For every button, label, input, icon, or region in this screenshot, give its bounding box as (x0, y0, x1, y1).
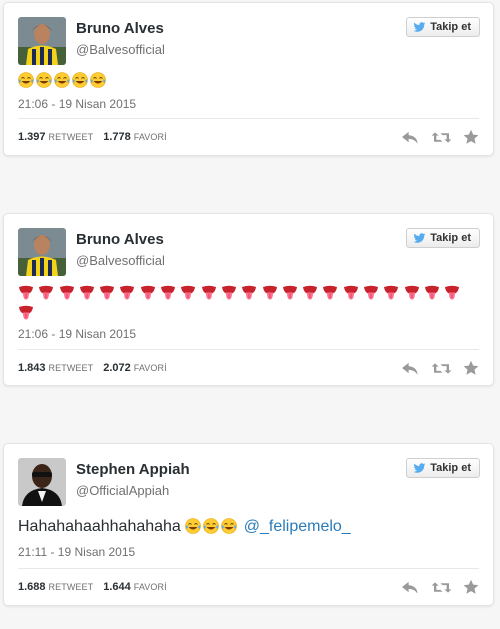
author-name[interactable]: Bruno Alves (76, 20, 164, 37)
tongue-emoji (444, 284, 460, 300)
tweet-text (18, 283, 479, 323)
tongue-emoji (404, 284, 420, 300)
reply-icon[interactable] (401, 580, 420, 595)
joy-emoji (18, 72, 34, 88)
joy-emoji (221, 518, 237, 534)
twitter-bird-icon (413, 463, 426, 474)
tongue-emoji (160, 284, 176, 300)
tweet-text: Hahahahaahhahahaha @_felipemelo_ (18, 516, 479, 537)
tweet-card: Stephen Appiah @OfficialAppiah Takip et … (3, 443, 494, 606)
author-handle[interactable]: @OfficialAppiah (76, 483, 169, 498)
tongue-emoji (59, 284, 75, 300)
retweet-count[interactable]: 1.688 (18, 581, 46, 593)
avatar[interactable] (18, 228, 66, 276)
tweet-timestamp[interactable]: 21:06 - 19 Nisan 2015 (18, 97, 136, 111)
follow-button[interactable]: Takip et (406, 17, 480, 37)
twitter-bird-icon (413, 233, 426, 244)
joy-emoji (185, 518, 201, 534)
tweet-stats: 1.397 RETWEET 1.778 FAVORİ (18, 118, 479, 155)
author-name[interactable]: Stephen Appiah (76, 461, 190, 478)
follow-label: Takip et (430, 462, 471, 474)
joy-emoji (72, 72, 88, 88)
tongue-emoji (282, 284, 298, 300)
tweet-stats: 1.688 RETWEET 1.644 FAVORİ (18, 568, 479, 605)
reply-icon[interactable] (401, 130, 420, 145)
favorite-star-icon[interactable] (463, 579, 479, 595)
tweet-actions (401, 569, 479, 605)
tongue-emoji (201, 284, 217, 300)
tongue-emoji (180, 284, 196, 300)
tweet-actions (401, 350, 479, 386)
joy-emoji (90, 72, 106, 88)
tongue-emoji (140, 284, 156, 300)
tongue-emoji (18, 284, 34, 300)
retweet-count[interactable]: 1.397 (18, 131, 46, 143)
joy-emoji (36, 72, 52, 88)
tongue-emoji (343, 284, 359, 300)
author-handle[interactable]: @Balvesofficial (76, 42, 165, 57)
follow-button[interactable]: Takip et (406, 228, 480, 248)
tongue-emoji (221, 284, 237, 300)
tweet-text (18, 70, 479, 91)
twitter-bird-icon (413, 22, 426, 33)
author-name[interactable]: Bruno Alves (76, 231, 164, 248)
joy-emoji (203, 518, 219, 534)
joy-emoji (54, 72, 70, 88)
favorite-count[interactable]: 1.644 (103, 581, 131, 593)
retweet-label[interactable]: RETWEET (49, 582, 94, 592)
tweet-card: Bruno Alves @Balvesofficial Takip et 21:… (3, 2, 494, 156)
retweet-icon[interactable] (431, 361, 452, 376)
follow-button[interactable]: Takip et (406, 458, 480, 478)
follow-label: Takip et (430, 21, 471, 33)
tongue-emoji (363, 284, 379, 300)
retweet-label[interactable]: RETWEET (49, 363, 94, 373)
follow-label: Takip et (430, 232, 471, 244)
avatar[interactable] (18, 458, 66, 506)
tongue-emoji (302, 284, 318, 300)
favorite-star-icon[interactable] (463, 129, 479, 145)
author-handle[interactable]: @Balvesofficial (76, 253, 165, 268)
favorite-label[interactable]: FAVORİ (134, 582, 167, 592)
tweet-timestamp[interactable]: 21:06 - 19 Nisan 2015 (18, 327, 136, 341)
tongue-emoji (119, 284, 135, 300)
tongue-emoji (241, 284, 257, 300)
retweet-icon[interactable] (431, 130, 452, 145)
reply-icon[interactable] (401, 361, 420, 376)
tweet-stats: 1.843 RETWEET 2.072 FAVORİ (18, 349, 479, 386)
tongue-emoji (79, 284, 95, 300)
tweet-card: Bruno Alves @Balvesofficial Takip et 21:… (3, 213, 494, 386)
tongue-emoji (18, 304, 34, 320)
tongue-emoji (99, 284, 115, 300)
tweet-body-text: Hahahahaahhahahaha (18, 518, 181, 535)
favorite-count[interactable]: 2.072 (103, 362, 131, 374)
retweet-label[interactable]: RETWEET (49, 132, 94, 142)
tongue-emoji (424, 284, 440, 300)
favorite-count[interactable]: 1.778 (103, 131, 131, 143)
tweet-actions (401, 119, 479, 155)
retweet-count[interactable]: 1.843 (18, 362, 46, 374)
tweet-timestamp[interactable]: 21:11 - 19 Nisan 2015 (18, 545, 135, 559)
tongue-emoji (322, 284, 338, 300)
favorite-star-icon[interactable] (463, 360, 479, 376)
avatar[interactable] (18, 17, 66, 65)
favorite-label[interactable]: FAVORİ (134, 132, 167, 142)
tongue-emoji (262, 284, 278, 300)
mention-link[interactable]: @_felipemelo_ (244, 518, 351, 535)
favorite-label[interactable]: FAVORİ (134, 363, 167, 373)
tongue-emoji (38, 284, 54, 300)
retweet-icon[interactable] (431, 580, 452, 595)
tongue-emoji (383, 284, 399, 300)
